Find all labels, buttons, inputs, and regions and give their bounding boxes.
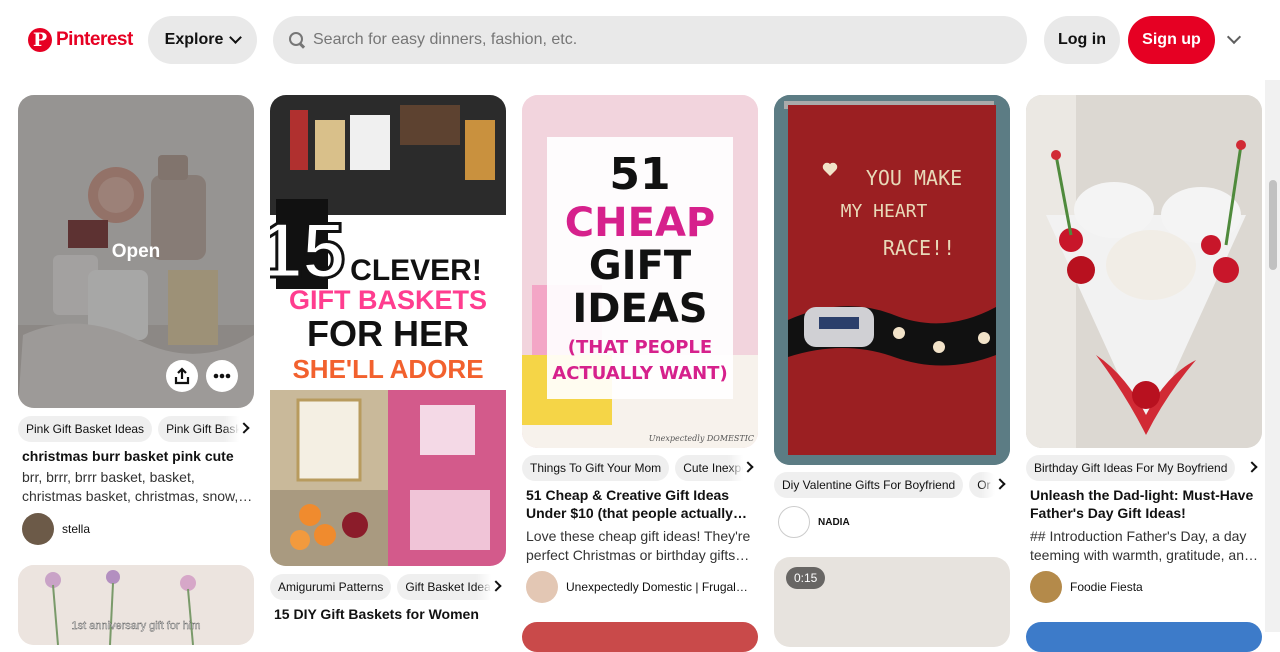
- image-number: 15: [270, 206, 345, 294]
- image-line-3: GIFT BASKETS: [289, 285, 487, 315]
- scrollbar-thumb[interactable]: [1269, 180, 1277, 270]
- search-icon: [289, 32, 305, 48]
- gift-basket-infographic: 15 CLEVER! GIFT BASKETS FOR HER SHE'LL A…: [270, 95, 506, 566]
- signup-button[interactable]: Sign up: [1128, 16, 1215, 64]
- top-nav: P Pinterest Explore Log in Sign up: [0, 0, 1280, 80]
- pin-creator[interactable]: NADIA: [778, 506, 850, 538]
- pin-tags: Things To Gift Your Mom Cute Inexpensive: [522, 455, 758, 481]
- more-options-chevron-icon[interactable]: [1226, 29, 1242, 45]
- pin-image[interactable]: [522, 622, 758, 652]
- more-actions-button[interactable]: [206, 360, 238, 392]
- image-watermark: Unexpectedly DOMESTIC: [649, 434, 754, 443]
- tag-chip[interactable]: Amigurumi Patterns: [270, 574, 392, 600]
- ellipsis-icon: [213, 373, 231, 379]
- search-bar[interactable]: [273, 16, 1027, 64]
- chevron-down-icon: [229, 31, 243, 44]
- valentine-card-photo: YOU MAKE MY HEART RACE!!: [774, 95, 1010, 465]
- pin-creator[interactable]: stella: [22, 513, 90, 545]
- anniversary-photo: 1st anniversary gift for him: [18, 565, 254, 645]
- pin-image[interactable]: 15 CLEVER! GIFT BASKETS FOR HER SHE'LL A…: [270, 95, 506, 566]
- hat-bouquet-photo: [1026, 95, 1262, 448]
- image-line-5: SHE'LL ADORE: [292, 354, 483, 384]
- image-line-3: GIFT: [589, 243, 692, 289]
- image-line-4: IDEAS: [572, 286, 707, 332]
- creator-name: Unexpectedly Domestic | Frugal…: [566, 580, 748, 594]
- pin-tags: Birthday Gift Ideas For My Boyfriend: [1026, 455, 1262, 481]
- avatar: [778, 506, 810, 538]
- image-line-3: RACE!!: [883, 236, 955, 260]
- pin-image[interactable]: 1st anniversary gift for him: [18, 565, 254, 645]
- logo-text: Pinterest: [56, 29, 133, 50]
- pin-tags: Diy Valentine Gifts For Boyfriend Or: [774, 472, 1010, 498]
- pin-description: brr, brrr, brrr basket, basket, christma…: [22, 469, 253, 504]
- pin-title[interactable]: 15 DIY Gift Baskets for Women: [274, 605, 506, 623]
- pin-image[interactable]: 51 CHEAP GIFT IDEAS (THAT PEOPLE ACTUALL…: [522, 95, 758, 448]
- pin-creator[interactable]: Unexpectedly Domestic | Frugal…: [526, 571, 748, 603]
- image-line-5: (THAT PEOPLE: [568, 337, 712, 358]
- video-duration-badge: 0:15: [786, 567, 826, 589]
- share-icon: [174, 367, 190, 385]
- creator-name: NADIA: [818, 516, 850, 528]
- image-line-4: FOR HER: [307, 313, 469, 354]
- login-button[interactable]: Log in: [1044, 16, 1120, 64]
- tag-chip[interactable]: Diy Valentine Gifts For Boyfriend: [774, 472, 964, 498]
- pinterest-logo-icon: P: [28, 28, 52, 52]
- pin-image[interactable]: [1026, 95, 1262, 448]
- pin-description: Love these cheap gift ideas! They're per…: [526, 528, 751, 563]
- image-line-2: CLEVER!: [350, 254, 482, 287]
- explore-label: Explore: [164, 31, 224, 48]
- page-scrollbar[interactable]: [1265, 80, 1280, 632]
- anniversary-caption: 1st anniversary gift for him: [72, 620, 201, 632]
- pin-image[interactable]: YOU MAKE MY HEART RACE!!: [774, 95, 1010, 465]
- pin-creator[interactable]: Foodie Fiesta: [1030, 571, 1143, 603]
- pin-description: ## Introduction Father's Day, a day teem…: [1030, 528, 1258, 563]
- pinterest-logo[interactable]: P Pinterest: [28, 28, 133, 52]
- pin-tags: Amigurumi Patterns Gift Basket Ideas: [270, 574, 506, 600]
- image-line-2: CHEAP: [565, 200, 715, 246]
- tag-chip[interactable]: Pink Gift Basket Ideas: [18, 416, 153, 442]
- pin-image[interactable]: [1026, 622, 1262, 652]
- avatar: [22, 513, 54, 545]
- avatar: [1030, 571, 1062, 603]
- image-line-1: YOU MAKE: [866, 166, 962, 190]
- share-button[interactable]: [166, 360, 198, 392]
- image-line-1: 51: [609, 149, 670, 200]
- image-line-2: MY HEART: [841, 201, 928, 222]
- pin-title[interactable]: 51 Cheap & Creative Gift Ideas Under $10…: [526, 486, 758, 522]
- image-line-6: ACTUALLY WANT): [552, 363, 727, 384]
- pin-title[interactable]: Unleash the Dad-light: Must-Have Father'…: [1030, 486, 1262, 522]
- tag-chip[interactable]: Things To Gift Your Mom: [522, 455, 670, 481]
- explore-button[interactable]: Explore: [148, 16, 257, 64]
- creator-name: Foodie Fiesta: [1070, 580, 1143, 594]
- cheap-gift-ideas-graphic: 51 CHEAP GIFT IDEAS (THAT PEOPLE ACTUALL…: [522, 95, 758, 448]
- creator-name: stella: [62, 522, 91, 536]
- search-input[interactable]: [313, 31, 993, 49]
- pin-title[interactable]: christmas burr basket pink cute: [22, 447, 254, 465]
- tag-chip[interactable]: Birthday Gift Ideas For My Boyfriend: [1026, 455, 1236, 481]
- open-label[interactable]: Open: [18, 241, 254, 263]
- pin-image[interactable]: 0:15: [774, 557, 1010, 647]
- pin-tags: Pink Gift Basket Ideas Pink Gift Basket: [18, 416, 254, 442]
- pin-image[interactable]: Open: [18, 95, 254, 408]
- avatar: [526, 571, 558, 603]
